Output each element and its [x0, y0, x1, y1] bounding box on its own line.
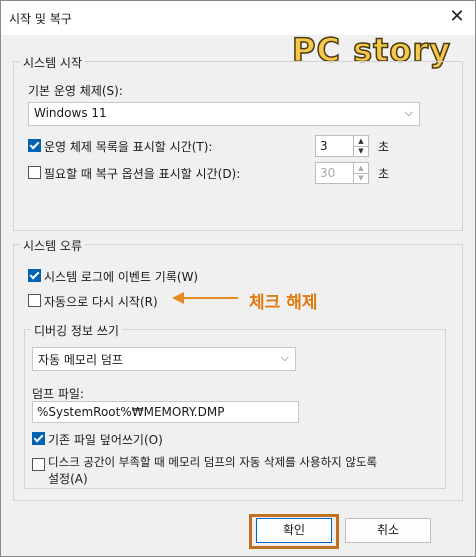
overwrite-checkbox[interactable]	[32, 432, 45, 445]
annotation-arrow-icon	[172, 292, 184, 304]
auto-restart-checkbox[interactable]	[28, 294, 41, 307]
system-startup-legend: 시스템 시작	[20, 54, 86, 71]
default-os-label: 기본 운영 체제(S):	[28, 84, 123, 98]
spin-down-icon: ▼	[358, 174, 364, 182]
cancel-button[interactable]: 취소	[345, 518, 431, 543]
write-event-label: 시스템 로그에 이벤트 기록(W)	[44, 270, 199, 284]
disable-auto-delete-label-line1: 디스크 공간이 부족할 때 메모리 덤프의 자동 삭제를 사용하지 않도록	[48, 455, 378, 469]
dump-type-select[interactable]: 자동 메모리 덤프 ⌵	[32, 347, 296, 371]
show-recovery-value: 30	[320, 166, 336, 180]
dump-type-value: 자동 메모리 덤프	[38, 353, 123, 367]
debug-info-group: 디버깅 정보 쓰기 자동 메모리 덤프 ⌵ 덤프 파일: %SystemRoot…	[24, 322, 446, 489]
overwrite-label: 기존 파일 덮어쓰기(O)	[48, 433, 163, 447]
default-os-value: Windows 11	[34, 106, 107, 120]
annotation-arrow-line	[184, 297, 238, 299]
dump-file-input[interactable]: %SystemRoot%₩MEMORY.DMP	[32, 401, 299, 423]
show-os-list-value: 3	[320, 139, 328, 153]
default-os-select[interactable]: Windows 11 ⌵	[28, 102, 420, 126]
seconds-unit-label-2: 초	[378, 167, 390, 181]
spin-down-icon[interactable]: ▼	[354, 146, 368, 156]
system-failure-legend: 시스템 오류	[20, 237, 86, 254]
write-event-checkbox[interactable]	[28, 269, 41, 282]
disable-auto-delete-checkbox[interactable]	[32, 458, 45, 471]
system-startup-group: 시스템 시작 기본 운영 체제(S): Windows 11 ⌵ 운영 체제 목…	[13, 54, 463, 231]
ok-button[interactable]: 확인	[256, 518, 332, 543]
dump-file-value: %SystemRoot%₩MEMORY.DMP	[37, 405, 225, 419]
chevron-down-icon: ⌵	[404, 106, 413, 119]
dialog-title: 시작 및 복구	[9, 12, 72, 26]
seconds-unit-label: 초	[378, 140, 390, 154]
startup-recovery-dialog: 시작 및 복구 ✕ PC story 시스템 시작 기본 운영 체제(S): W…	[0, 0, 476, 557]
system-failure-group: 시스템 오류 시스템 로그에 이벤트 기록(W) 자동으로 다시 시작(R) 디…	[13, 237, 463, 501]
show-os-list-spinner[interactable]: 3 ▲ ▼	[315, 135, 369, 157]
disable-auto-delete-label-line2: 설정(A)	[48, 472, 88, 486]
show-recovery-label: 필요할 때 복구 옵션을 표시할 시간(D):	[44, 167, 241, 181]
title-bar: 시작 및 복구 ✕	[1, 1, 475, 35]
show-recovery-checkbox[interactable]	[28, 166, 41, 179]
debug-info-legend: 디버깅 정보 쓰기	[31, 322, 122, 339]
annotation-text: 체크 해제	[249, 293, 318, 313]
chevron-down-icon: ⌵	[280, 351, 289, 364]
auto-restart-label: 자동으로 다시 시작(R)	[44, 295, 158, 309]
close-icon[interactable]: ✕	[443, 3, 471, 31]
show-os-list-label: 운영 체제 목록을 표시할 시간(T):	[44, 140, 213, 154]
dump-file-label: 덤프 파일:	[32, 387, 85, 401]
show-recovery-spinner: 30 ▲ ▼	[315, 162, 369, 184]
show-os-list-checkbox[interactable]	[28, 139, 41, 152]
